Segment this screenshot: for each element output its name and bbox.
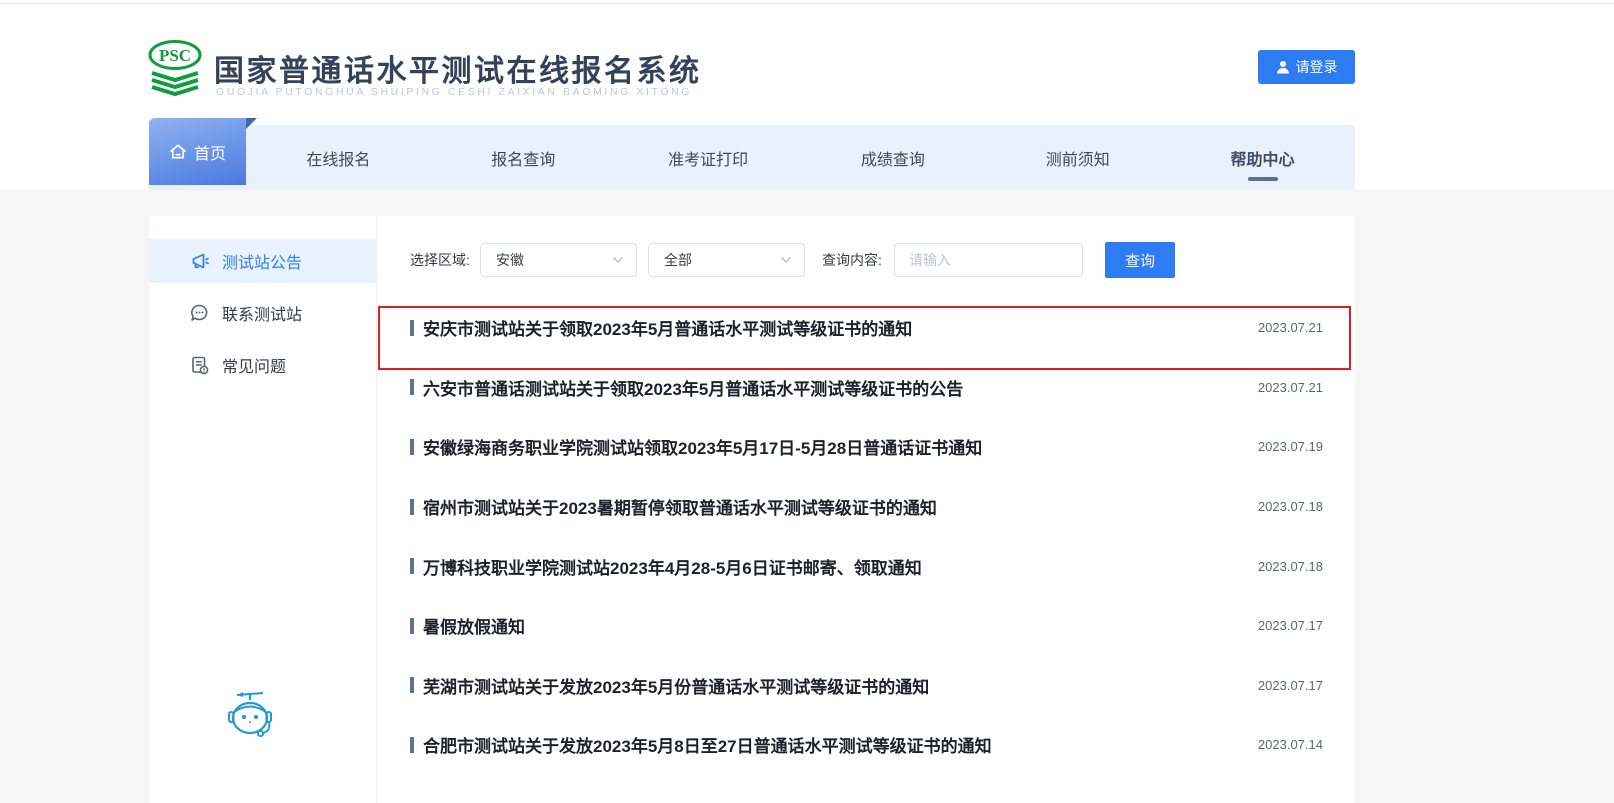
accent-bar <box>410 737 414 753</box>
nav-item-7[interactable]: 帮助中心 <box>1170 125 1355 190</box>
top-divider <box>0 3 1614 4</box>
sidebar-item-1[interactable]: 测试站公告 <box>149 239 376 283</box>
announcement-row[interactable]: 安庆市测试站关于领取2023年5月普通话水平测试等级证书的通知 2023.07.2… <box>377 298 1355 358</box>
nav-item-label: 成绩查询 <box>861 146 925 170</box>
nav-item-label: 在线报名 <box>306 146 370 170</box>
accent-bar <box>410 499 414 515</box>
category-select-value: 全部 <box>664 250 692 270</box>
site-title: 国家普通话水平测试在线报名系统 <box>214 46 702 90</box>
announcement-title: 万博科技职业学院测试站2023年4月28-5月6日证书邮寄、领取通知 <box>423 554 922 579</box>
sidebar-item-label: 测试站公告 <box>222 249 302 273</box>
user-icon <box>1276 60 1290 74</box>
nav-item-label: 测前须知 <box>1046 146 1110 170</box>
announcement-row[interactable]: 合肥市测试站关于发放2023年5月8日至27日普通话水平测试等级证书的通知 202… <box>377 715 1355 775</box>
active-tab-underline <box>1248 177 1278 181</box>
announcement-date: 2023.07.21 <box>1258 320 1323 335</box>
announcement-date: 2023.07.17 <box>1258 678 1323 693</box>
site-subtitle: GUOJIA PUTONGHUA SHUIPING CESHI ZAIXIAN … <box>216 86 692 98</box>
nav-item-5[interactable]: 成绩查询 <box>800 125 985 190</box>
announcement-date: 2023.07.17 <box>1258 618 1323 633</box>
faq-document-icon <box>189 355 210 375</box>
announcement-row[interactable]: 万博科技职业学院测试站2023年4月28-5月6日证书邮寄、领取通知 2023.0… <box>377 536 1355 596</box>
announcement-title: 合肥市测试站关于发放2023年5月8日至27日普通话水平测试等级证书的通知 <box>423 732 992 757</box>
nav-item-2[interactable]: 在线报名 <box>246 125 431 190</box>
sidebar-item-label: 联系测试站 <box>222 301 302 325</box>
nav-item-label: 准考证打印 <box>668 146 748 170</box>
chevron-down-icon <box>612 256 624 264</box>
accent-bar <box>410 618 414 634</box>
announcement-date: 2023.07.19 <box>1258 439 1323 454</box>
sidebar-item-3[interactable]: 常见问题 <box>149 343 376 387</box>
query-filter-label: 查询内容: <box>822 243 882 277</box>
announcement-row[interactable]: 安徽绿海商务职业学院测试站领取2023年5月17日-5月28日普通话证书通知 20… <box>377 417 1355 477</box>
announcement-title: 宿州市测试站关于2023暑期暂停领取普通话水平测试等级证书的通知 <box>423 494 937 519</box>
site-logo: PSC <box>146 40 204 105</box>
sidebar-item-2[interactable]: 联系测试站 <box>149 291 376 335</box>
page: PSC 国家普通话水平测试在线报名系统 GUOJIA PUTONGHUA SHU… <box>0 0 1614 803</box>
accent-bar <box>410 379 414 395</box>
chat-bubble-icon <box>189 303 210 323</box>
accent-bar <box>410 677 414 693</box>
nav-item-3[interactable]: 报名查询 <box>431 125 616 190</box>
login-button[interactable]: 请登录 <box>1258 50 1355 84</box>
region-select-value: 安徽 <box>496 250 524 270</box>
nav-item-4[interactable]: 准考证打印 <box>616 125 801 190</box>
announcement-row[interactable]: 暑假放假通知 2023.07.17 <box>377 596 1355 656</box>
accent-bar <box>410 320 414 336</box>
accent-bar <box>410 558 414 574</box>
category-select[interactable]: 全部 <box>648 243 805 277</box>
megaphone-icon <box>189 251 210 271</box>
announcement-title: 安徽绿海商务职业学院测试站领取2023年5月17日-5月28日普通话证书通知 <box>423 434 982 459</box>
search-button[interactable]: 查询 <box>1105 242 1175 278</box>
main-nav: 首页 在线报名 报名查询 准考证打印 成绩查询 测前须知 帮助中心 <box>149 125 1355 190</box>
announcement-date: 2023.07.14 <box>1258 737 1323 752</box>
svg-text:PSC: PSC <box>159 46 191 65</box>
announcement-date: 2023.07.21 <box>1258 380 1323 395</box>
nav-item-label: 帮助中心 <box>1231 146 1295 170</box>
home-icon <box>169 143 187 160</box>
nav-item-1[interactable]: 首页 <box>149 118 246 185</box>
nav-item-6[interactable]: 测前须知 <box>985 125 1170 190</box>
announcement-date: 2023.07.18 <box>1258 499 1323 514</box>
login-label: 请登录 <box>1296 57 1338 77</box>
announcement-title: 六安市普通话测试站关于领取2023年5月普通话水平测试等级证书的公告 <box>423 375 963 400</box>
chevron-down-icon <box>780 256 792 264</box>
announcement-title: 暑假放假通知 <box>423 613 525 638</box>
region-select[interactable]: 安徽 <box>480 243 637 277</box>
announcement-row[interactable]: 芜湖市测试站关于发放2023年5月份普通话水平测试等级证书的通知 2023.07.… <box>377 656 1355 716</box>
announcement-title: 安庆市测试站关于领取2023年5月普通话水平测试等级证书的通知 <box>423 315 912 340</box>
announcement-title: 芜湖市测试站关于发放2023年5月份普通话水平测试等级证书的通知 <box>423 673 929 698</box>
nav-item-label: 报名查询 <box>491 146 555 170</box>
sidebar-item-label: 常见问题 <box>222 353 286 377</box>
accent-bar <box>410 439 414 455</box>
announcement-list: 安庆市测试站关于领取2023年5月普通话水平测试等级证书的通知 2023.07.2… <box>377 298 1355 775</box>
announcement-row[interactable]: 六安市普通话测试站关于领取2023年5月普通话水平测试等级证书的公告 2023.0… <box>377 358 1355 418</box>
announcement-row[interactable]: 宿州市测试站关于2023暑期暂停领取普通话水平测试等级证书的通知 2023.07.… <box>377 477 1355 537</box>
region-filter-label: 选择区域: <box>410 243 470 277</box>
service-robot-icon[interactable] <box>219 686 281 749</box>
announcement-date: 2023.07.18 <box>1258 559 1323 574</box>
query-input[interactable] <box>894 243 1083 277</box>
psc-logo-icon: PSC <box>146 40 204 100</box>
nav-item-label: 首页 <box>194 140 226 164</box>
